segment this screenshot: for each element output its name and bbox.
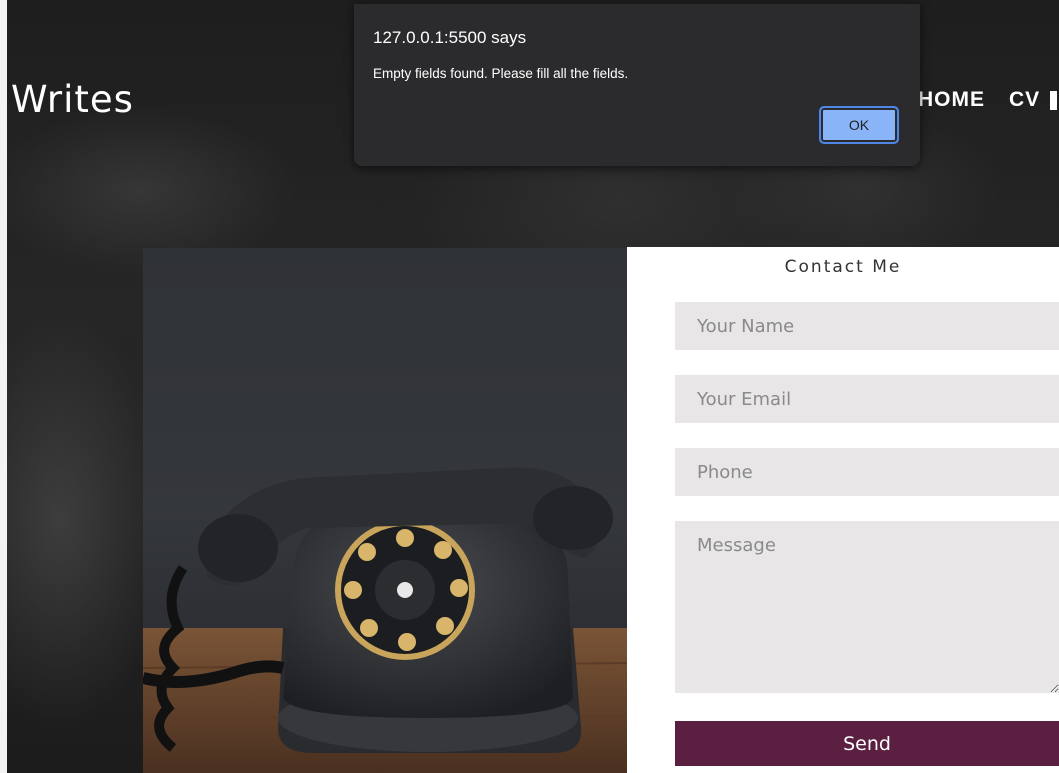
rotary-telephone-icon <box>143 467 627 773</box>
send-button[interactable]: Send <box>675 721 1059 766</box>
form-title: Contact Me <box>784 257 902 277</box>
nav-home[interactable]: HOME <box>918 88 985 112</box>
alert-origin: 127.0.0.1:5500 says <box>373 28 527 47</box>
nav-cv[interactable]: CV <box>1009 88 1040 112</box>
nav-item-cutoff[interactable] <box>1050 88 1059 114</box>
alert-dialog: 127.0.0.1:5500 says Empty fields found. … <box>354 4 920 166</box>
name-input[interactable] <box>675 302 1059 350</box>
telephone-photo <box>143 248 627 773</box>
alert-message: Empty fields found. Please fill all the … <box>373 66 629 81</box>
page-background: Writes HOME CV Contact Me Your Name Your… <box>0 0 1059 773</box>
ok-button[interactable]: OK <box>819 106 899 144</box>
contact-form: Contact Me Send <box>627 247 1059 773</box>
message-textarea[interactable] <box>675 521 1059 693</box>
window-edge <box>0 0 7 773</box>
phone-input[interactable] <box>675 448 1059 496</box>
email-input[interactable] <box>675 375 1059 423</box>
site-brand[interactable]: Writes <box>11 78 134 121</box>
main-nav: HOME CV <box>918 88 1040 112</box>
